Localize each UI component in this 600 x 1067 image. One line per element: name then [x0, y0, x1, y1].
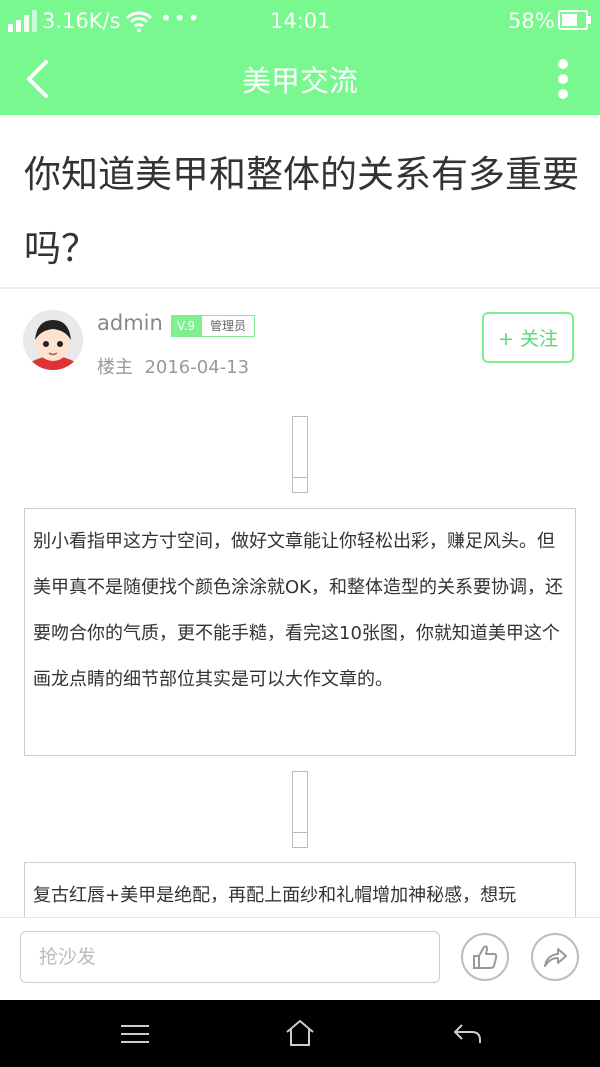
- share-icon: [544, 948, 567, 967]
- network-speed: 3.16K/s: [42, 9, 121, 33]
- share-button[interactable]: [531, 933, 579, 981]
- avatar[interactable]: [23, 310, 83, 370]
- battery-level: 58%: [508, 9, 555, 33]
- thumb-up-icon: [473, 945, 498, 969]
- comment-input[interactable]: [20, 931, 440, 983]
- more-notifications-icon: •••: [160, 6, 202, 30]
- post-paragraph: 别小看指甲这方寸空间，做好文章能让你轻松出彩，赚足风头。但美甲真不是随便找个颜色…: [24, 508, 576, 756]
- post-meta: 楼主 2016-04-13: [97, 353, 249, 379]
- page-title: 美甲交流: [241, 64, 358, 98]
- follow-button[interactable]: + 关注: [482, 312, 574, 363]
- wifi-icon: [126, 11, 152, 32]
- system-nav-bar: [0, 1000, 600, 1067]
- post-date: 2016-04-13: [144, 357, 250, 378]
- floor-label: 楼主: [97, 357, 133, 378]
- home-icon[interactable]: [285, 1019, 315, 1047]
- top-bar: 3.16K/s ••• 14:01 58% 美甲交流: [0, 0, 600, 115]
- more-vertical-icon[interactable]: [556, 58, 570, 100]
- signal-icon: [8, 10, 37, 32]
- battery-icon: [558, 10, 591, 30]
- level-badge: V.9: [171, 315, 201, 337]
- back-icon[interactable]: [452, 1021, 482, 1045]
- image-placeholder[interactable]: [292, 771, 308, 848]
- post-title: 你知道美甲和整体的关系有多重要吗？: [24, 153, 579, 270]
- avatar-icon: [23, 310, 83, 370]
- role-badge: 管理员: [201, 315, 255, 337]
- like-button[interactable]: [461, 933, 509, 981]
- image-placeholder[interactable]: [292, 416, 308, 493]
- divider: [0, 287, 600, 289]
- status-time: 14:01: [270, 9, 331, 33]
- menu-icon[interactable]: [121, 1024, 149, 1044]
- author-name[interactable]: admin: [97, 311, 163, 335]
